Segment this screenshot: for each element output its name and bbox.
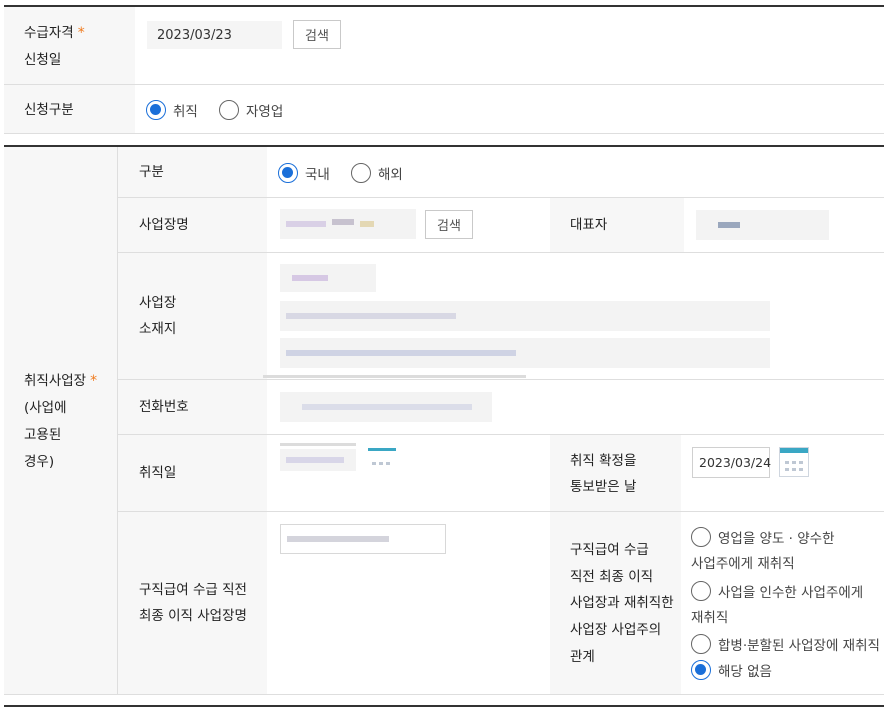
hire-date-input[interactable] bbox=[280, 449, 356, 471]
phone-input[interactable] bbox=[280, 392, 492, 422]
hire-date-calendar-icon[interactable] bbox=[368, 448, 396, 472]
scroll-indicator bbox=[263, 375, 526, 378]
biz-name-input[interactable] bbox=[280, 209, 416, 239]
biz-name-label: 사업장명 bbox=[139, 217, 189, 233]
address-input[interactable] bbox=[280, 301, 770, 331]
radio-label: 해당 없음 bbox=[718, 664, 772, 680]
hire-date-label: 취직일 bbox=[139, 465, 177, 481]
address-label: 사업장 bbox=[139, 295, 177, 311]
radio-division-domestic[interactable]: 국내 bbox=[278, 163, 330, 183]
phone-label: 전화번호 bbox=[139, 399, 189, 415]
radio-label: 사업을 인수한 사업주에게 bbox=[718, 585, 864, 601]
relation-label-5: 관계 bbox=[570, 649, 595, 665]
radio-label: 취직 bbox=[173, 104, 198, 120]
employer-section-label-2: (사업에 bbox=[24, 400, 67, 416]
radio-unchecked-icon bbox=[219, 100, 239, 120]
radio-label: 영업을 양도 · 양수한 bbox=[718, 531, 835, 547]
radio-relation-acquire-line2: 재취직 bbox=[691, 610, 729, 626]
radio-label: 해외 bbox=[378, 167, 403, 183]
relation-label-2: 직전 최종 이직 bbox=[570, 569, 654, 585]
radio-division-overseas[interactable]: 해외 bbox=[351, 163, 403, 183]
biz-name-search-button[interactable]: 검색 bbox=[425, 210, 473, 239]
radio-label: 자영업 bbox=[246, 104, 284, 120]
radio-checked-icon bbox=[691, 660, 711, 680]
radio-unchecked-icon bbox=[691, 527, 711, 547]
radio-unchecked-icon bbox=[351, 163, 371, 183]
ceo-label: 대표자 bbox=[570, 217, 608, 233]
radio-apply-type-self[interactable]: 자영업 bbox=[219, 100, 283, 120]
zipcode-input[interactable] bbox=[280, 264, 376, 292]
apply-date-input[interactable]: 2023/03/23 bbox=[147, 21, 282, 49]
radio-label: 국내 bbox=[305, 167, 330, 183]
apply-date-label-2: 신청일 bbox=[24, 52, 62, 68]
top-border bbox=[4, 5, 884, 7]
radio-relation-transfer[interactable]: 영업을 양도 · 양수한 bbox=[691, 527, 835, 547]
address-detail-input[interactable] bbox=[280, 338, 770, 368]
relation-label-4: 사업장 사업주의 bbox=[570, 622, 662, 638]
required-mark: * bbox=[90, 373, 98, 389]
confirm-date-input[interactable]: 2023/03/24 bbox=[692, 447, 771, 478]
radio-relation-acquire[interactable]: 사업을 인수한 사업주에게 bbox=[691, 581, 863, 601]
confirm-date-label: 취직 확정을 bbox=[570, 453, 637, 469]
apply-date-search-button[interactable]: 검색 bbox=[293, 20, 341, 49]
radio-apply-type-job[interactable]: 취직 bbox=[146, 100, 198, 120]
confirm-date-label-2: 통보받은 날 bbox=[570, 479, 637, 495]
employer-section-label: 취직사업장 * bbox=[24, 373, 98, 389]
employer-section-label-4: 경우) bbox=[24, 454, 55, 470]
last-biz-label: 구직급여 수급 직전 bbox=[139, 582, 247, 598]
relation-label: 구직급여 수급 bbox=[570, 542, 649, 558]
divider bbox=[4, 694, 884, 695]
radio-relation-merger[interactable]: 합병·분할된 사업장에 재취직 bbox=[691, 634, 880, 654]
last-biz-input[interactable] bbox=[280, 524, 446, 554]
confirm-date-calendar-icon[interactable] bbox=[779, 447, 809, 477]
ceo-input[interactable] bbox=[696, 210, 829, 240]
divider bbox=[4, 133, 884, 134]
radio-checked-icon bbox=[278, 163, 298, 183]
radio-relation-none[interactable]: 해당 없음 bbox=[691, 660, 772, 680]
radio-checked-icon bbox=[146, 100, 166, 120]
divider bbox=[4, 84, 884, 85]
division-label: 구분 bbox=[139, 164, 164, 180]
required-mark: * bbox=[77, 25, 85, 41]
apply-type-label: 신청구분 bbox=[24, 102, 74, 118]
employer-section-label-3: 고용된 bbox=[24, 427, 62, 443]
bottom-border bbox=[4, 705, 884, 707]
last-biz-label-2: 최종 이직 사업장명 bbox=[139, 608, 247, 624]
apply-date-label: 수급자격 * bbox=[24, 25, 85, 41]
relation-label-3: 사업장과 재취직한 bbox=[570, 595, 674, 611]
radio-relation-transfer-line2: 사업주에게 재취직 bbox=[691, 556, 795, 572]
radio-unchecked-icon bbox=[691, 634, 711, 654]
scroll-indicator bbox=[280, 443, 356, 446]
radio-unchecked-icon bbox=[691, 581, 711, 601]
radio-label: 합병·분할된 사업장에 재취직 bbox=[718, 638, 880, 654]
address-label-2: 소재지 bbox=[139, 321, 177, 337]
